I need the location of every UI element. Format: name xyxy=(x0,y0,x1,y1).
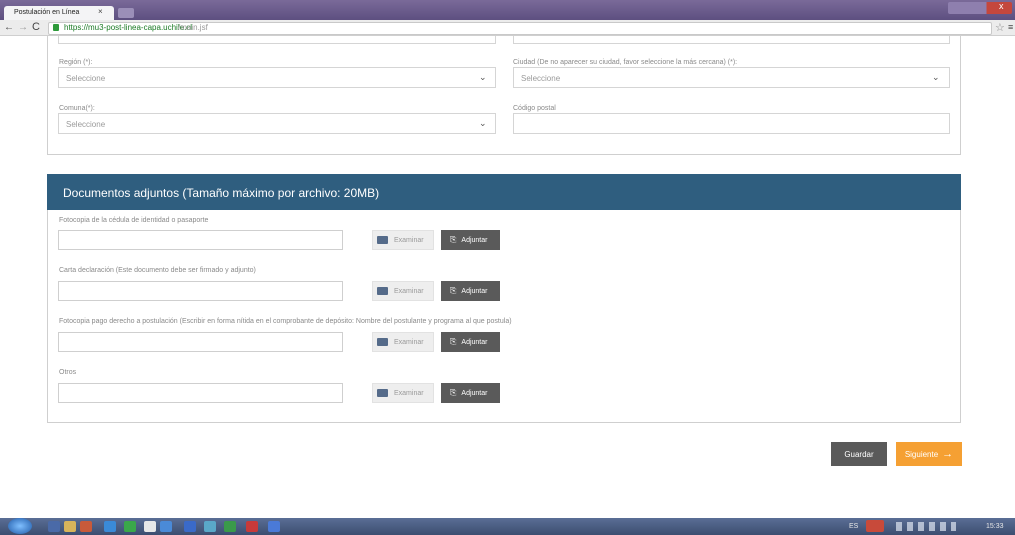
taskbar-app-icon[interactable] xyxy=(268,521,280,532)
folder-icon xyxy=(377,236,388,244)
paperclip-icon: ⎘ xyxy=(450,235,457,244)
taskbar-app-icon[interactable] xyxy=(48,521,60,532)
window-titlebar xyxy=(0,0,1015,20)
codigo-postal-input[interactable] xyxy=(513,113,950,134)
document-label: Fotocopia de la cédula de identidad o pa… xyxy=(59,217,209,224)
adjuntar-label: Adjuntar xyxy=(461,236,488,244)
codigo-postal-label: Código postal xyxy=(513,105,556,112)
paperclip-icon: ⎘ xyxy=(450,286,457,295)
new-tab-button[interactable] xyxy=(118,8,134,18)
browser-menu-icon[interactable]: ≡ xyxy=(1008,22,1013,32)
siguiente-label: Siguiente xyxy=(904,449,939,459)
url-path: /main.jsf xyxy=(178,23,208,32)
lock-icon xyxy=(53,24,59,31)
guardar-label: Guardar xyxy=(844,449,874,459)
region-select-value: Seleccione xyxy=(66,74,106,83)
file-path-input[interactable] xyxy=(58,332,343,352)
tray-language[interactable]: ES xyxy=(849,523,858,530)
taskbar-app-icon[interactable] xyxy=(224,521,236,532)
ciudad-select[interactable] xyxy=(513,67,950,88)
comuna-select-value: Seleccione xyxy=(66,120,106,129)
file-path-input[interactable] xyxy=(58,383,343,403)
region-label: Región (*): xyxy=(59,59,93,66)
comuna-select[interactable] xyxy=(58,113,496,134)
chevron-down-icon: ⌄ xyxy=(479,118,487,128)
file-path-input[interactable] xyxy=(58,281,343,301)
previous-field-stub xyxy=(513,36,950,44)
document-label: Carta declaración (Este documento debe s… xyxy=(59,267,256,274)
taskbar-app-icon[interactable] xyxy=(204,521,216,532)
back-arrow-icon[interactable]: ← xyxy=(4,22,14,33)
forward-arrow-icon[interactable]: → xyxy=(18,22,28,33)
document-label: Fotocopia pago derecho a postulación (Es… xyxy=(59,318,512,325)
bookmark-star-icon[interactable]: ☆ xyxy=(995,21,1005,34)
guardar-button[interactable]: Guardar xyxy=(831,442,887,466)
siguiente-button[interactable]: Siguiente → xyxy=(896,442,962,466)
taskbar-app-icon[interactable] xyxy=(124,521,136,532)
taskbar-app-icon[interactable] xyxy=(80,521,92,532)
taskbar-app-icon[interactable] xyxy=(64,521,76,532)
folder-icon xyxy=(377,287,388,295)
previous-field-stub xyxy=(58,36,496,44)
tray-app-icon[interactable] xyxy=(866,520,884,532)
file-path-input[interactable] xyxy=(58,230,343,250)
arrow-right-icon: → xyxy=(942,448,954,460)
adjuntar-button[interactable]: ⎘ Adjuntar xyxy=(441,230,500,250)
adjuntar-button[interactable]: ⎘ Adjuntar xyxy=(441,332,500,352)
documents-title: Documentos adjuntos (Tamaño máximo por a… xyxy=(63,186,380,200)
address-card xyxy=(47,36,961,155)
tab-close-icon[interactable]: × xyxy=(98,7,103,16)
region-select[interactable] xyxy=(58,67,496,88)
comuna-label: Comuna(*): xyxy=(59,105,95,112)
examinar-label: Examinar xyxy=(394,389,424,397)
examinar-label: Examinar xyxy=(394,338,424,346)
examinar-label: Examinar xyxy=(394,287,424,295)
taskbar-app-icon[interactable] xyxy=(104,521,116,532)
window-close-icon[interactable]: x xyxy=(999,1,1004,11)
chevron-down-icon: ⌄ xyxy=(932,72,940,82)
adjuntar-label: Adjuntar xyxy=(461,338,488,346)
folder-icon xyxy=(377,338,388,346)
paperclip-icon: ⎘ xyxy=(450,337,457,346)
examinar-button[interactable]: Examinar xyxy=(372,383,434,403)
chevron-down-icon: ⌄ xyxy=(479,72,487,82)
taskbar-app-icon[interactable] xyxy=(144,521,156,532)
ciudad-label: Ciudad (De no aparecer su ciudad, favor … xyxy=(513,59,738,66)
document-label: Otros xyxy=(59,369,77,376)
examinar-button[interactable]: Examinar xyxy=(372,230,434,250)
examinar-button[interactable]: Examinar xyxy=(372,332,434,352)
taskbar-app-icon[interactable] xyxy=(184,521,196,532)
paperclip-icon: ⎘ xyxy=(450,388,457,397)
tray-icons[interactable] xyxy=(896,522,956,531)
tab-title: Postulación en Línea xyxy=(14,9,80,16)
start-button[interactable] xyxy=(8,518,32,534)
reload-icon[interactable]: C xyxy=(32,21,40,33)
tray-clock[interactable]: 15:33 xyxy=(986,523,1004,530)
taskbar-app-icon[interactable] xyxy=(246,521,258,532)
adjuntar-label: Adjuntar xyxy=(461,287,488,295)
url-host: https://mu3-post-linea-capa.uchile.cl xyxy=(64,23,193,32)
adjuntar-label: Adjuntar xyxy=(461,389,488,397)
ciudad-select-value: Seleccione xyxy=(521,74,561,83)
taskbar-app-icon[interactable] xyxy=(160,521,172,532)
folder-icon xyxy=(377,389,388,397)
examinar-label: Examinar xyxy=(394,236,424,244)
adjuntar-button[interactable]: ⎘ Adjuntar xyxy=(441,383,500,403)
examinar-button[interactable]: Examinar xyxy=(372,281,434,301)
adjuntar-button[interactable]: ⎘ Adjuntar xyxy=(441,281,500,301)
